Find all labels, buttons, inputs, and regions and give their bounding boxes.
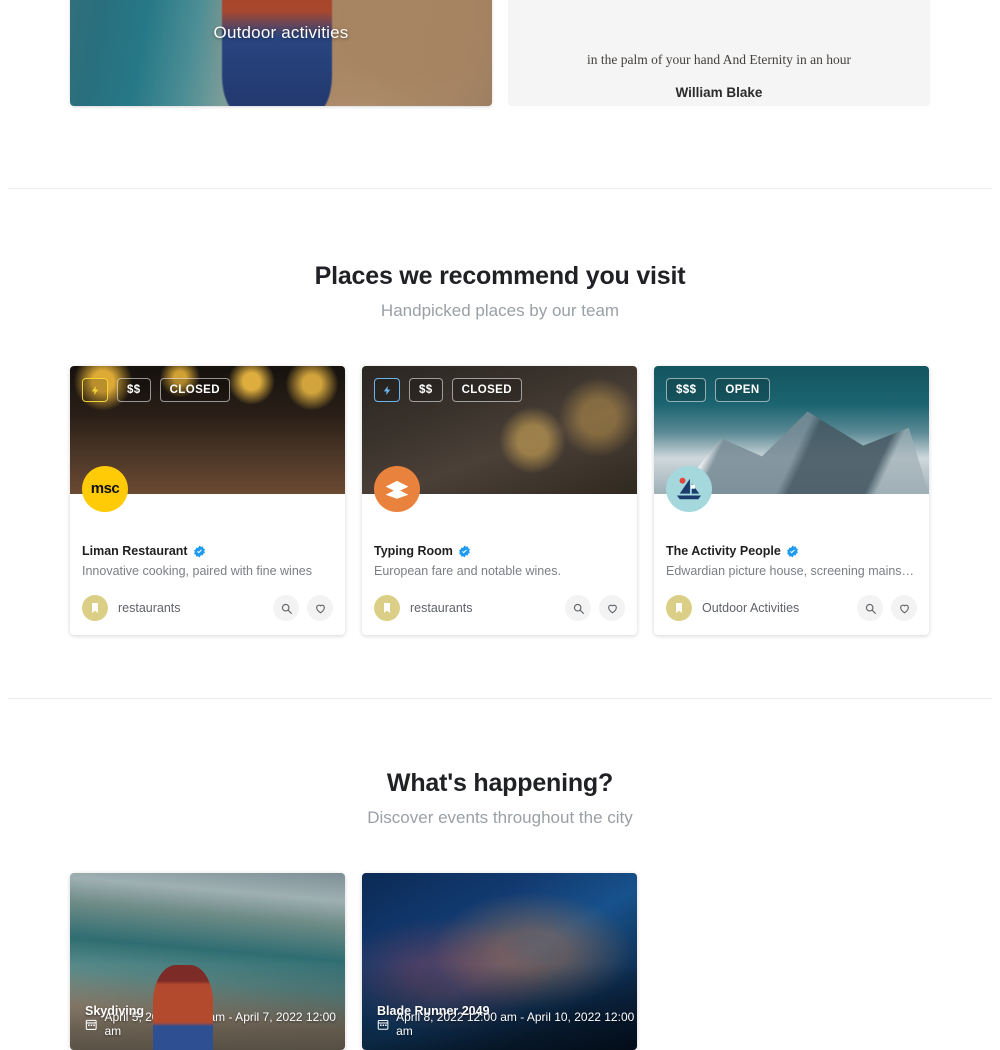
place-card-body: Liman Restaurant Innovative cooking, pai… <box>70 494 345 635</box>
calendar-icon <box>85 1019 97 1030</box>
place-card-name: Liman Restaurant <box>82 544 188 558</box>
events-section-subtitle: Discover events throughout the city <box>367 808 633 827</box>
avatar <box>666 466 712 512</box>
place-card-badges: $$ CLOSED <box>374 378 522 402</box>
place-card[interactable]: $$ CLOSED msc Liman Restaurant Innovativ… <box>70 366 345 635</box>
verified-badge-icon <box>459 545 470 557</box>
bookmark-icon[interactable] <box>666 595 692 621</box>
place-card-badges: $$ CLOSED <box>82 378 230 402</box>
search-icon[interactable] <box>565 595 591 621</box>
bolt-icon[interactable] <box>374 378 400 402</box>
category-card-title: Outdoor activities <box>213 23 349 42</box>
event-card-date: April 5, 2022 12:00 am - April 7, 2022 1… <box>104 1010 336 1038</box>
calendar-icon <box>377 1019 389 1030</box>
bookmark-icon[interactable] <box>374 595 400 621</box>
page-root: Outdoor activities in the palm of your h… <box>0 0 1000 1050</box>
place-card-description: Edwardian picture house, screening mains… <box>666 564 917 578</box>
place-card-actions <box>565 595 625 621</box>
place-card-description: European fare and notable wines. <box>374 564 561 578</box>
avatar-label: msc <box>90 479 120 497</box>
bolt-icon[interactable] <box>82 378 108 402</box>
place-card-category[interactable]: restaurants <box>118 601 181 615</box>
top-section: Outdoor activities in the palm of your h… <box>0 0 1000 188</box>
place-card-name-row: Liman Restaurant <box>82 544 333 558</box>
place-card-footer: restaurants <box>374 595 625 635</box>
quote-text: in the palm of your hand And Eternity in… <box>587 52 851 67</box>
place-card-footer: restaurants <box>82 595 333 635</box>
places-section-subtitle: Handpicked places by our team <box>380 301 620 320</box>
price-badge: $$$ <box>666 378 707 402</box>
place-card-actions <box>273 595 333 621</box>
section-divider-bottom <box>8 698 992 699</box>
place-card-category[interactable]: restaurants <box>410 601 473 615</box>
status-badge: CLOSED <box>451 378 522 402</box>
verified-badge-icon <box>786 545 798 557</box>
place-card-badges: $$$ OPEN <box>666 378 770 402</box>
place-card[interactable]: $$$ OPEN The Activity People Edwardian p… <box>654 366 929 635</box>
place-card-body: The Activity People Edwardian picture ho… <box>654 494 929 635</box>
category-card-outdoor-activities[interactable]: Outdoor activities <box>70 0 492 106</box>
event-card-date-row: April 5, 2022 12:00 am - April 7, 2022 1… <box>85 1010 345 1038</box>
place-card-footer: Outdoor Activities <box>666 595 917 635</box>
event-card-date-row: April 8, 2022 12:00 am - April 10, 2022 … <box>377 1010 637 1038</box>
status-badge: CLOSED <box>159 378 230 402</box>
place-card-name: Typing Room <box>374 544 453 558</box>
place-card-name: The Activity People <box>666 544 781 558</box>
heart-icon[interactable] <box>307 595 333 621</box>
avatar <box>374 466 420 512</box>
place-card-actions <box>857 595 917 621</box>
heart-icon[interactable] <box>599 595 625 621</box>
verified-badge-icon <box>193 545 205 557</box>
heart-icon[interactable] <box>891 595 917 621</box>
place-card-category[interactable]: Outdoor Activities <box>702 601 799 615</box>
category-card-overlay <box>70 0 492 106</box>
price-badge: $$ <box>409 378 443 402</box>
status-badge: OPEN <box>715 378 770 402</box>
price-badge: $$ <box>117 378 151 402</box>
places-card-grid: $$ CLOSED msc Liman Restaurant Innovativ… <box>70 366 930 635</box>
place-card-description: Innovative cooking, paired with fine win… <box>82 564 312 578</box>
place-card-name-row: Typing Room <box>374 544 625 558</box>
event-card-date: April 8, 2022 12:00 am - April 10, 2022 … <box>396 1010 635 1038</box>
avatar-logo-icon <box>385 480 409 499</box>
place-card-body: Typing Room European fare and notable wi… <box>362 494 637 635</box>
event-card[interactable]: Blade Runner 2049 April 8, 2022 12:00 am… <box>362 873 637 1050</box>
event-card[interactable]: Skydiving April 5, 2022 12:00 am - April… <box>70 873 345 1050</box>
search-icon[interactable] <box>273 595 299 621</box>
places-section-title: Places we recommend you visit <box>314 262 686 290</box>
avatar: msc <box>82 466 128 512</box>
events-card-grid: Skydiving April 5, 2022 12:00 am - April… <box>70 873 930 1050</box>
quote-card: in the palm of your hand And Eternity in… <box>508 0 930 106</box>
search-icon[interactable] <box>857 595 883 621</box>
place-card-name-row: The Activity People <box>666 544 917 558</box>
avatar-logo-icon <box>676 477 702 500</box>
section-divider-top <box>8 188 992 189</box>
bookmark-icon[interactable] <box>82 595 108 621</box>
events-section-title: What's happening? <box>386 769 614 797</box>
place-card[interactable]: $$ CLOSED Typing Room European fare and … <box>362 366 637 635</box>
quote-author: William Blake <box>675 85 763 100</box>
